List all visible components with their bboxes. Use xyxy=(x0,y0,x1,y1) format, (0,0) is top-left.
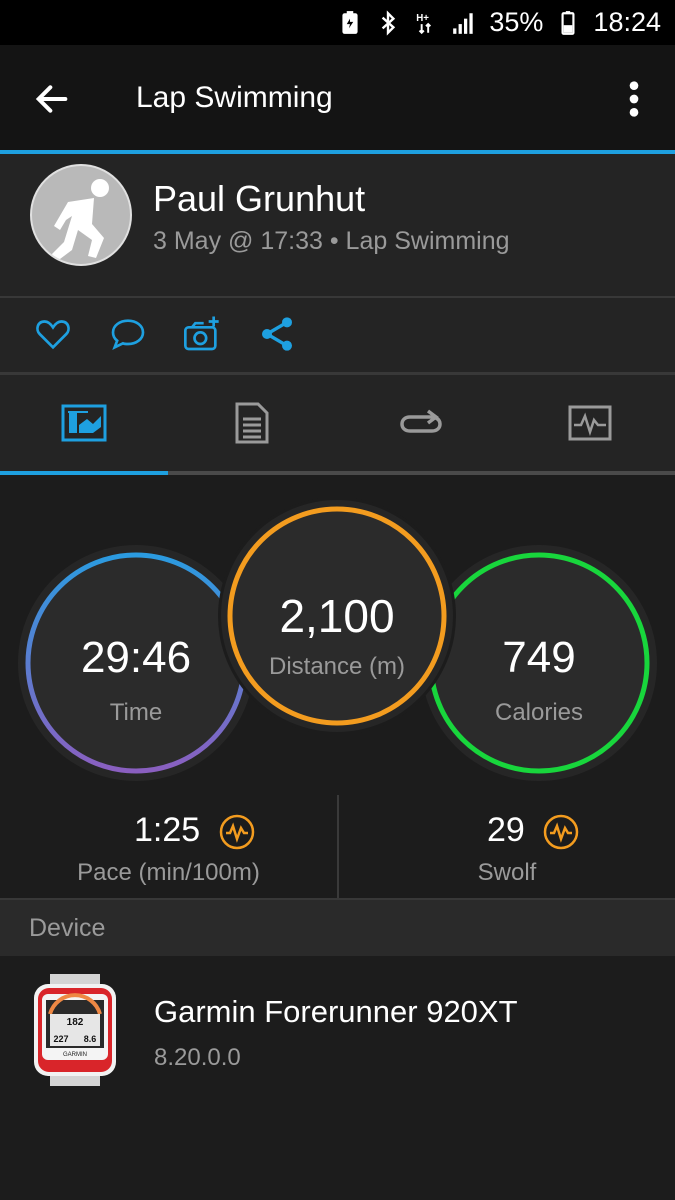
tab-bar xyxy=(0,375,675,471)
watch-readout-heart-rate: 182 xyxy=(67,1017,84,1028)
battery-percent: 35% xyxy=(489,7,544,37)
battery-saver-icon xyxy=(342,10,358,34)
share-icon[interactable] xyxy=(257,314,297,354)
page-title: Lap Swimming xyxy=(136,81,333,114)
device-section-header: Device xyxy=(0,900,675,956)
action-bar xyxy=(0,298,675,372)
laps-loop-icon xyxy=(400,409,442,433)
swolf-chart-icon[interactable] xyxy=(542,813,580,851)
pace-chart-icon[interactable] xyxy=(218,813,256,851)
tab-summary[interactable] xyxy=(0,375,168,471)
clock: 18:24 xyxy=(593,7,661,37)
arrow-back-icon[interactable] xyxy=(32,79,72,119)
tab-graphs[interactable] xyxy=(506,375,674,471)
swolf-metric[interactable]: 29 Swolf xyxy=(339,795,675,899)
calories-stat: 749 Calories xyxy=(421,545,657,781)
network-arrows-icon: H+ xyxy=(417,12,432,34)
device-row[interactable]: 182 227 8.6 GARMIN Garmin Forerunner 920… xyxy=(0,956,675,1200)
comment-icon[interactable] xyxy=(108,314,148,354)
device-version: 8.20.0.0 xyxy=(154,1044,241,1071)
runner-icon xyxy=(52,179,109,262)
watch-image: 182 227 8.6 GARMIN xyxy=(34,974,116,1086)
tab-laps[interactable] xyxy=(337,375,505,471)
watch-readout-left: 227 xyxy=(53,1034,68,1044)
details-list-icon xyxy=(235,402,269,444)
device-section-label: Device xyxy=(29,914,106,942)
pace-metric[interactable]: 1:25 Pace (min/100m) xyxy=(0,795,337,899)
more-vert-icon[interactable] xyxy=(619,79,649,119)
like-icon[interactable] xyxy=(33,314,73,354)
battery-icon xyxy=(561,10,575,35)
pace-value: 1:25 xyxy=(134,811,201,849)
tab-details[interactable] xyxy=(168,375,336,471)
add-photo-icon[interactable] xyxy=(182,314,222,354)
app-bar: Lap Swimming xyxy=(0,45,675,150)
summary-chart-icon xyxy=(61,404,107,442)
activity-meta: 3 May @ 17:33 • Lap Swimming xyxy=(153,227,510,255)
calories-label: Calories xyxy=(494,699,584,726)
graph-monitor-icon xyxy=(568,405,612,441)
calories-value: 749 xyxy=(502,633,576,682)
stats-panel: 29:46 Time 749 Calories 2,100 Distance (… xyxy=(0,475,675,795)
metrics-row: 1:25 Pace (min/100m) 29 Swolf xyxy=(0,795,675,899)
avatar[interactable] xyxy=(30,164,132,266)
status-bar: H+ 35% 18:24 xyxy=(0,0,675,45)
watch-readout-right: 8.6 xyxy=(84,1034,97,1044)
swolf-label: Swolf xyxy=(477,859,537,886)
distance-stat: 2,100 Distance (m) xyxy=(218,497,456,735)
swolf-value: 29 xyxy=(487,811,525,849)
watch-brand: GARMIN xyxy=(63,1052,87,1058)
activity-header: Paul Grunhut 3 May @ 17:33 • Lap Swimmin… xyxy=(0,154,675,296)
pace-label: Pace (min/100m) xyxy=(77,859,260,886)
distance-label: Distance (m) xyxy=(268,653,406,680)
user-name[interactable]: Paul Grunhut xyxy=(153,178,365,220)
bluetooth-icon xyxy=(382,9,396,36)
device-name: Garmin Forerunner 920XT xyxy=(154,994,518,1029)
signal-icon xyxy=(453,12,474,34)
distance-value: 2,100 xyxy=(279,590,395,642)
svg-text:H+: H+ xyxy=(417,12,430,23)
